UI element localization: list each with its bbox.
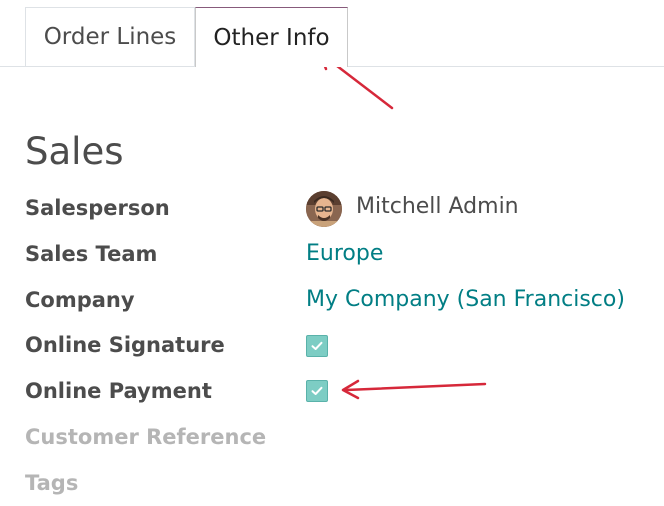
customer-reference-label: Customer Reference (25, 425, 267, 449)
tags-label: Tags (25, 471, 79, 495)
check-icon (311, 386, 323, 395)
sales-team-value[interactable]: Europe (306, 240, 383, 268)
online-payment-checkbox[interactable] (306, 380, 328, 402)
tab-order-lines-label: Order Lines (43, 24, 177, 50)
section-title: Sales (25, 130, 124, 173)
check-icon (311, 341, 323, 350)
online-signature-checkbox[interactable] (306, 335, 328, 357)
avatar[interactable] (306, 191, 342, 227)
sales-order-form: Order Lines Other Info Sales Salesperson… (0, 0, 664, 506)
company-value[interactable]: My Company (San Francisco) (306, 286, 625, 314)
sales-team-label: Sales Team (25, 242, 158, 266)
online-payment-label: Online Payment (25, 379, 212, 403)
tab-order-lines[interactable]: Order Lines (25, 7, 195, 66)
notebook-tabs: Order Lines Other Info (0, 0, 664, 67)
tab-other-info[interactable]: Other Info (195, 7, 348, 67)
salesperson-label: Salesperson (25, 196, 170, 220)
salesperson-value[interactable]: Mitchell Admin (356, 193, 519, 221)
avatar-image (306, 191, 342, 227)
online-signature-label: Online Signature (25, 333, 225, 357)
tab-other-info-label: Other Info (213, 24, 330, 51)
company-label: Company (25, 288, 135, 312)
arrow-icon (341, 379, 487, 400)
